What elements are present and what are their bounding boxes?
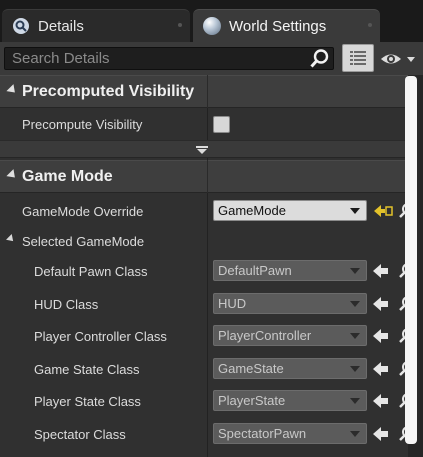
player-controller-class-dropdown[interactable]: PlayerController (213, 325, 367, 346)
tab-world-settings-label: World Settings (229, 17, 327, 35)
category-divider (207, 160, 208, 193)
category-precomputed-visibility[interactable]: Precomputed Visibility (0, 75, 408, 108)
scrollbar-thumb[interactable] (405, 76, 417, 444)
chevron-down-icon (350, 268, 360, 274)
eye-icon[interactable] (379, 48, 419, 70)
dropdown-value: HUD (218, 296, 247, 311)
search-icon[interactable] (309, 48, 331, 69)
globe-icon (203, 17, 221, 35)
search-input[interactable]: Search Details (4, 47, 334, 70)
list-grid-icon (350, 51, 366, 65)
chevron-down-icon (350, 333, 360, 339)
chevron-down-icon (350, 301, 360, 307)
property-label: HUD Class (34, 297, 99, 312)
chevron-down-icon (350, 366, 360, 372)
use-selected-arrow-icon[interactable] (371, 359, 391, 379)
use-selected-arrow-icon[interactable] (371, 424, 391, 444)
dropdown-value: SpectatorPawn (218, 426, 307, 441)
category-title: Game Mode (22, 167, 113, 185)
column-divider[interactable] (207, 75, 208, 457)
property-label: Spectator Class (34, 427, 126, 442)
player-state-class-dropdown[interactable]: PlayerState (213, 390, 367, 411)
property-label: Player Controller Class (34, 329, 167, 344)
tab-details-label: Details (38, 17, 84, 35)
category-title: Precomputed Visibility (22, 82, 195, 100)
spectator-class-dropdown[interactable]: SpectatorPawn (213, 423, 367, 444)
subcategory-label: Selected GameMode (22, 234, 145, 249)
tab-close-dot[interactable] (368, 23, 372, 27)
use-selected-arrow-icon[interactable] (371, 326, 391, 346)
chevron-down-icon (350, 431, 360, 437)
use-selected-arrow-icon[interactable] (371, 294, 391, 314)
precompute-visibility-checkbox[interactable] (213, 116, 230, 133)
collapse-triangle-icon (6, 84, 19, 97)
category-divider (207, 75, 208, 108)
dropdown-value: PlayerState (218, 393, 286, 408)
game-state-class-dropdown[interactable]: GameState (213, 358, 367, 379)
property-label: Player State Class (34, 394, 141, 409)
tab-close-dot[interactable] (178, 23, 182, 27)
gamemode-override-dropdown[interactable]: GameMode (213, 200, 367, 221)
default-pawn-class-dropdown[interactable]: DefaultPawn (213, 260, 367, 281)
property-label: GameMode Override (22, 204, 144, 219)
search-placeholder: Search Details (12, 50, 110, 67)
property-label: Precompute Visibility (22, 117, 143, 132)
dropdown-value: PlayerController (218, 328, 312, 343)
dropdown-value: DefaultPawn (218, 263, 292, 278)
dropdown-value: GameState (218, 361, 284, 376)
property-label: Default Pawn Class (34, 264, 148, 279)
tab-world-settings[interactable]: World Settings (193, 9, 380, 42)
subcategory-expand-triangle[interactable] (6, 234, 16, 244)
property-label: Game State Class (34, 362, 140, 377)
view-options-button[interactable] (342, 44, 374, 72)
tab-details[interactable]: Details (2, 9, 190, 42)
expand-arrow-icon (196, 146, 208, 154)
category-game-mode[interactable]: Game Mode (0, 160, 408, 193)
dropdown-value: GameMode (218, 203, 286, 218)
chevron-down-icon (350, 208, 360, 214)
magnifier-icon (13, 18, 29, 34)
hud-class-dropdown[interactable]: HUD (213, 293, 367, 314)
chevron-down-icon (350, 398, 360, 404)
use-selected-asset-icon[interactable] (373, 201, 393, 221)
use-selected-arrow-icon[interactable] (371, 391, 391, 411)
use-selected-arrow-icon[interactable] (371, 261, 391, 281)
collapse-triangle-icon (6, 169, 19, 182)
